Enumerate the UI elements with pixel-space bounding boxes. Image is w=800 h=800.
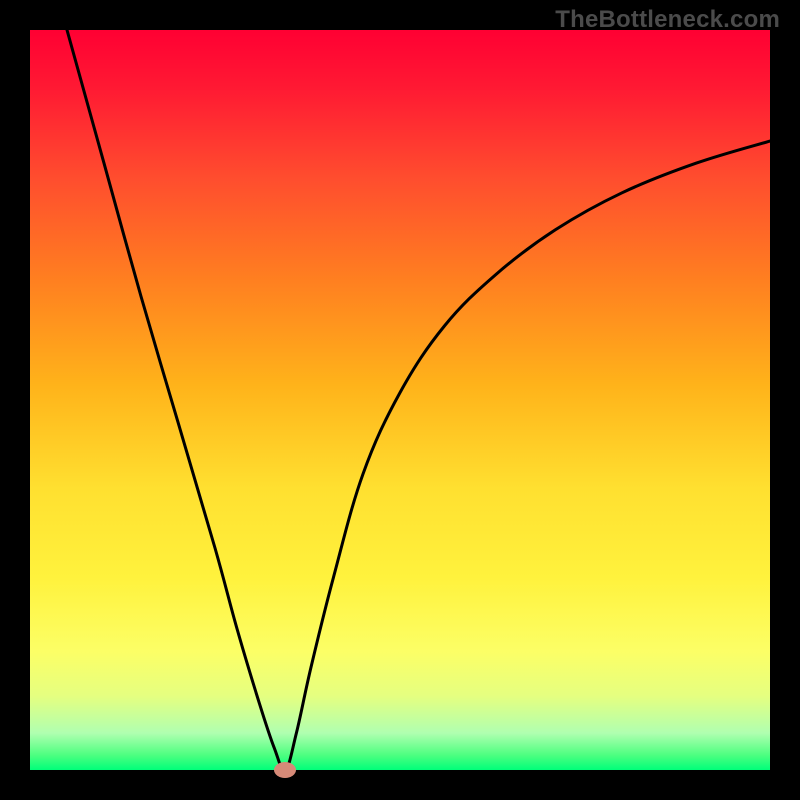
plot-area	[30, 30, 770, 770]
minimum-marker	[274, 762, 296, 778]
watermark-text: TheBottleneck.com	[555, 6, 780, 34]
chart-frame: TheBottleneck.com	[0, 0, 800, 800]
bottleneck-curve	[30, 30, 770, 770]
